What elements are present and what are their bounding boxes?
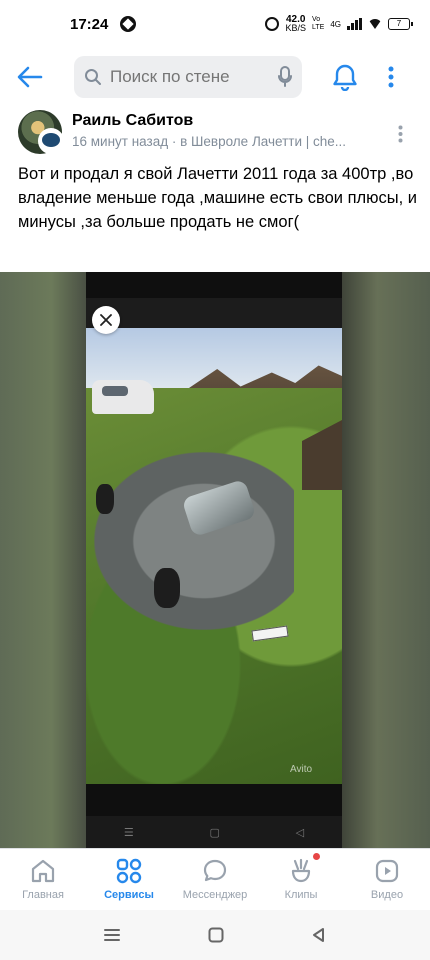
home-square-icon: ▢ — [209, 826, 220, 839]
wall-header — [0, 48, 430, 106]
tab-services[interactable]: Сервисы — [86, 849, 172, 910]
notifications-button[interactable] — [324, 56, 366, 98]
photo-phone-nav: ☰ ▢ ◁ — [86, 816, 342, 848]
back-button[interactable] — [0, 48, 60, 106]
tab-video[interactable]: Видео — [344, 849, 430, 910]
photo-screenshot: Avito ☰ ▢ ◁ — [86, 272, 342, 848]
more-button[interactable] — [376, 56, 406, 98]
status-bar: 17:24 42.0 KB/S Vo LTE 4G 7 — [0, 0, 430, 48]
back-triangle-icon: ◁ — [295, 826, 305, 839]
status-indicators: 42.0 KB/S Vo LTE 4G 7 — [265, 15, 413, 33]
battery-icon: 7 — [388, 18, 413, 30]
post-text: Вот и продал я свой Лачетти 2011 года за… — [18, 165, 418, 231]
messenger-icon — [203, 859, 227, 882]
car-photo: Avito — [86, 328, 342, 784]
microphone-icon[interactable] — [278, 66, 292, 88]
post-author[interactable]: Раиль Сабитов — [72, 112, 193, 130]
tab-home[interactable]: Главная — [0, 849, 86, 910]
back-triangle-icon[interactable] — [311, 927, 327, 943]
community-badge-icon — [38, 128, 64, 154]
post-meta[interactable]: 16 минут назад · в Шевроле Лачетти | che… — [72, 134, 382, 149]
volte-bottom: LTE — [312, 24, 325, 31]
volte-indicator: Vo LTE — [312, 16, 324, 32]
volte-top: Vo — [312, 16, 321, 23]
photo-blur-left — [0, 272, 86, 848]
signal-icon — [347, 18, 362, 30]
home-icon — [31, 859, 55, 883]
gray-car — [94, 452, 294, 630]
home-square-icon[interactable] — [208, 927, 224, 943]
photo-phone-topbar — [86, 298, 342, 328]
post-header: Раиль Сабитов 16 минут назад · в Шевроле… — [0, 106, 430, 162]
status-time: 17:24 — [70, 15, 109, 33]
signal-type: 4G — [330, 19, 341, 29]
services-grid-icon — [116, 858, 142, 884]
tab-bar: Главная Сервисы Мессенджер Клипы Видео — [0, 848, 430, 910]
more-vertical-icon — [388, 66, 394, 88]
back-arrow-icon — [17, 66, 43, 88]
tab-label: Сервисы — [104, 889, 154, 901]
alarm-icon — [265, 17, 280, 31]
post-more-button[interactable] — [390, 122, 410, 146]
clips-icon — [291, 858, 311, 883]
tab-label: Клипы — [284, 889, 318, 901]
close-photo-button[interactable] — [92, 306, 120, 334]
tab-messenger[interactable]: Мессенджер — [172, 849, 258, 910]
photo-blur-right — [342, 272, 430, 848]
network-speed-unit: KB/S — [285, 23, 306, 33]
video-icon — [375, 859, 399, 883]
notification-icon — [120, 16, 137, 32]
white-car — [92, 380, 154, 414]
wifi-icon — [368, 19, 382, 29]
network-speed: 42.0 KB/S — [285, 15, 306, 33]
car-wheel — [154, 568, 180, 608]
bell-icon — [333, 64, 357, 91]
tab-label: Мессенджер — [182, 889, 248, 901]
search-input[interactable] — [110, 67, 278, 87]
menu-icon[interactable] — [103, 927, 121, 943]
tab-label: Главная — [22, 889, 64, 901]
tab-clips[interactable]: Клипы — [258, 849, 344, 910]
search-box[interactable] — [74, 56, 302, 98]
system-nav-bar — [0, 910, 430, 960]
menu-icon: ☰ — [123, 826, 134, 839]
notification-dot — [313, 853, 320, 860]
tab-label: Видео — [370, 889, 404, 901]
photo-watermark: Avito — [290, 764, 313, 775]
search-icon — [85, 69, 101, 85]
more-vertical-icon — [398, 125, 402, 143]
car-wheel — [96, 484, 114, 514]
close-icon — [100, 314, 112, 326]
post-photo[interactable]: Avito ☰ ▢ ◁ — [0, 272, 430, 848]
